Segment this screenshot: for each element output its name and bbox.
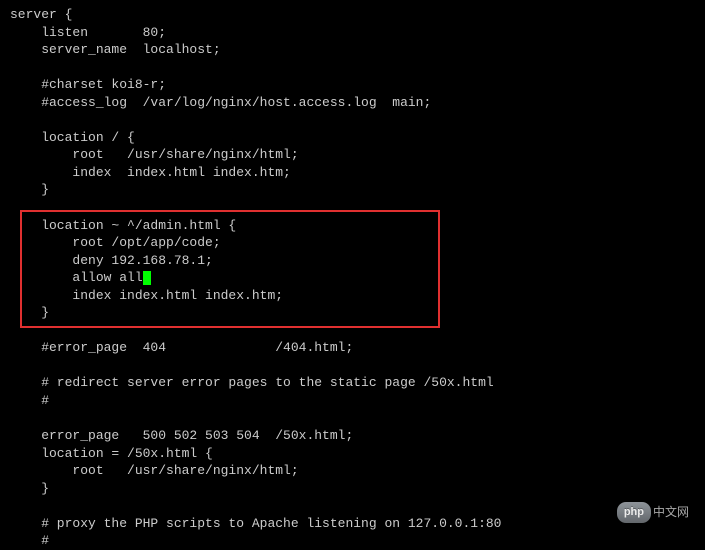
cursor bbox=[143, 271, 151, 285]
watermark-badge: php bbox=[617, 502, 651, 523]
nginx-config-code: server { listen 80; server_name localhos… bbox=[10, 6, 695, 550]
watermark: php 中文网 bbox=[617, 502, 689, 523]
watermark-text: 中文网 bbox=[653, 504, 689, 520]
